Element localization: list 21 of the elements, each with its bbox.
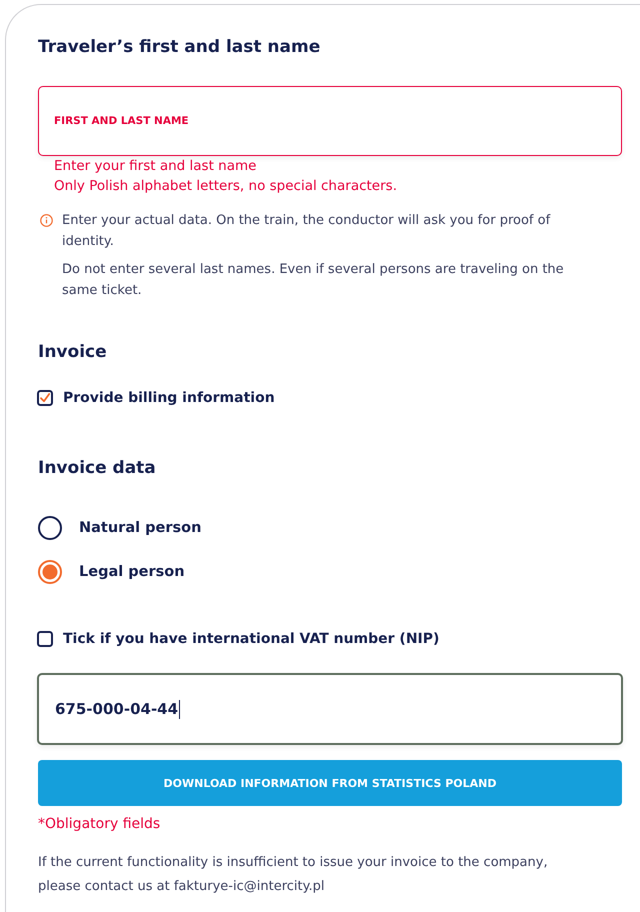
radio-label[interactable]: Natural person bbox=[79, 520, 202, 536]
checkbox-label[interactable]: Provide billing information bbox=[63, 388, 275, 408]
section-heading: Traveler’s first and last name bbox=[38, 36, 320, 58]
error-message: Enter your first and last name bbox=[54, 157, 258, 176]
nip-field[interactable]: 675-000-04-44 bbox=[37, 673, 623, 745]
checkbox[interactable] bbox=[37, 390, 53, 406]
info-note: Do not enter several last names. Even if several persons are traveling on the same ticket. bbox=[62, 261, 565, 300]
checkbox[interactable] bbox=[37, 631, 53, 647]
section-heading: Invoice bbox=[38, 341, 107, 363]
text-cursor-icon bbox=[179, 700, 180, 718]
info-icon bbox=[40, 214, 53, 227]
section-heading: Invoice data bbox=[38, 457, 156, 479]
error-message: Only Polish alphabet letters, no special characters. bbox=[54, 177, 397, 196]
info-note: Enter your actual data. On the train, the conductor will ask you for proof of identity. bbox=[62, 212, 552, 251]
radio-label[interactable]: Legal person bbox=[79, 564, 185, 580]
contact-note: If the current functionality is insufficient to issue your invoice to the company, please contact us at fakturye-ic@intercity.pl bbox=[38, 854, 549, 896]
name-field[interactable]: FIRST AND LAST NAME bbox=[38, 86, 622, 156]
checkbox-label[interactable]: Tick if you have international VAT number (NIP) bbox=[63, 629, 440, 649]
radio-button[interactable] bbox=[38, 516, 62, 540]
required-fields-note: *Obligatory fields bbox=[38, 815, 160, 833]
radio-button[interactable] bbox=[38, 560, 62, 584]
